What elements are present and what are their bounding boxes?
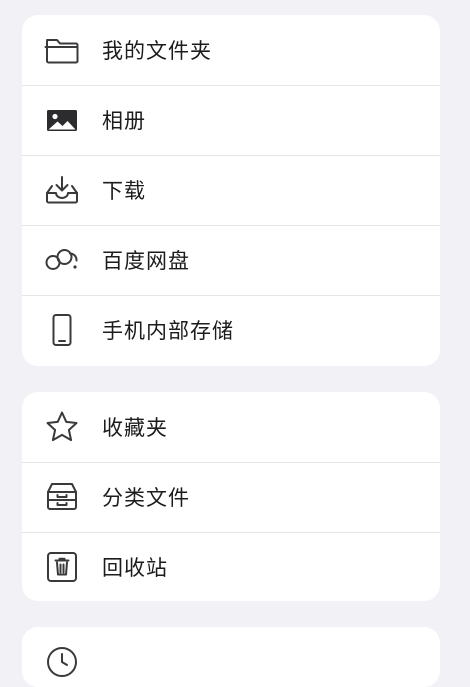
star-icon: [43, 408, 81, 446]
list-item-label: 收藏夹: [102, 416, 168, 440]
folder-icon: [43, 31, 81, 69]
list-item-label: 下载: [102, 179, 146, 203]
list-item-label: 分类文件: [102, 486, 190, 510]
list-item-label: 回收站: [102, 556, 168, 580]
list-item-downloads[interactable]: 下载: [22, 155, 440, 225]
list-item-categorized-files[interactable]: 分类文件: [22, 462, 440, 532]
list-item-baidu-netdisk[interactable]: 百度网盘: [22, 225, 440, 295]
archive-box-icon: [43, 478, 81, 516]
list-item-phone-storage[interactable]: 手机内部存储: [22, 295, 440, 365]
list-item-label: 我的文件夹: [102, 39, 212, 63]
collections-card: 收藏夹 分类文件 回收站: [22, 392, 440, 601]
list-item-album[interactable]: 相册: [22, 85, 440, 155]
baidu-netdisk-icon: [43, 241, 81, 279]
list-item-my-folders[interactable]: 我的文件夹: [22, 15, 440, 85]
list-item-label: 百度网盘: [102, 249, 190, 273]
phone-storage-icon: [43, 311, 81, 349]
list-item-favorites[interactable]: 收藏夹: [22, 392, 440, 462]
clock-icon: [43, 643, 81, 681]
storage-locations-card: 我的文件夹 相册 下载 百度网盘 手机内部存储: [22, 15, 440, 366]
recent-card: [22, 627, 440, 687]
list-item-label: 手机内部存储: [102, 319, 234, 343]
trash-icon: [43, 548, 81, 586]
list-item-recent[interactable]: [22, 627, 440, 687]
list-item-label: 相册: [102, 109, 146, 133]
download-tray-icon: [43, 171, 81, 209]
photo-album-icon: [43, 101, 81, 139]
list-item-recycle-bin[interactable]: 回收站: [22, 532, 440, 601]
